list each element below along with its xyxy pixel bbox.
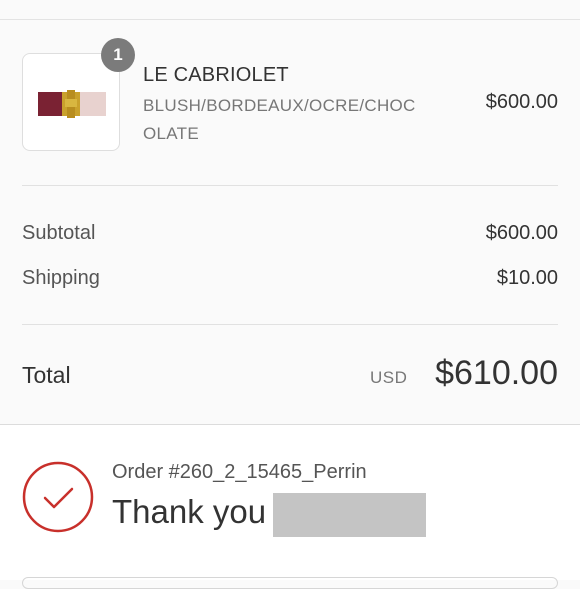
total-value: $610.00 — [435, 354, 558, 392]
product-name: LE CABRIOLET — [143, 64, 289, 86]
product-variant: BLUSH/BORDEAUX/OCRE/CHOCOLATE — [143, 96, 416, 143]
divider — [22, 324, 558, 325]
product-image — [38, 90, 106, 118]
quantity-badge: 1 — [101, 38, 135, 72]
redacted-customer-name — [273, 493, 426, 537]
divider — [22, 185, 558, 186]
shipping-label: Shipping — [22, 267, 100, 289]
total-label: Total — [22, 362, 71, 388]
order-number: Order #260_2_15465_Perrin — [112, 461, 367, 483]
shipping-value: $10.00 — [496, 267, 558, 289]
checkmark-circle-icon — [22, 461, 94, 533]
thank-you-heading: Thank you — [112, 493, 267, 530]
confirmation-section: Order #260_2_15465_Perrin Thank you — [0, 425, 580, 589]
currency-code: USD — [370, 368, 408, 387]
line-item-price: $600.00 — [485, 91, 558, 113]
product-thumbnail — [22, 53, 120, 151]
subtotal-label: Subtotal — [22, 222, 96, 244]
next-section-box — [22, 577, 558, 589]
subtotal-value: $600.00 — [485, 222, 558, 244]
